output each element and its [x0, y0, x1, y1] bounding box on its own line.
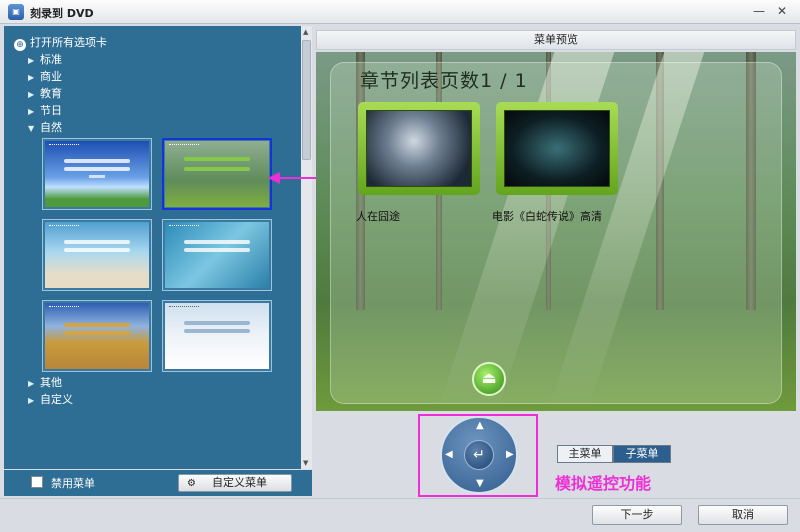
up-arrow-icon[interactable]: ▲	[476, 420, 484, 431]
template-thumbnail-field[interactable]	[42, 300, 152, 372]
expand-arrow-icon: ▶	[28, 73, 35, 82]
category-business[interactable]: ▶ 商业	[28, 69, 62, 85]
chapter-video-frame	[504, 110, 610, 187]
template-thumbnail-sky[interactable]	[42, 138, 152, 210]
expand-arrow-icon: ▶	[28, 396, 35, 405]
down-arrow-icon[interactable]: ▼	[476, 478, 484, 489]
category-label: 自然	[40, 121, 62, 134]
category-nature[interactable]: ▼ 自然	[28, 120, 62, 136]
category-standard[interactable]: ▶ 标准	[28, 52, 62, 68]
window-title: 刻录到 DVD	[30, 7, 94, 20]
category-label: 其他	[40, 376, 62, 389]
custom-menu-button[interactable]: ⚙ 自定义菜单	[178, 474, 292, 492]
disable-menu-label: 禁用菜单	[51, 477, 95, 490]
expand-arrow-icon: ▶	[28, 379, 35, 388]
expand-arrow-icon: ▶	[28, 107, 35, 116]
template-scrollbar[interactable]: ▲ ▼	[301, 26, 312, 469]
remote-control[interactable]: ▲ ▼ ◀ ▶ ↵	[440, 416, 518, 494]
category-custom[interactable]: ▶ 自定义	[28, 392, 73, 408]
eject-up-icon[interactable]: ⏏	[472, 362, 506, 396]
disable-menu-checkbox[interactable]	[31, 476, 43, 488]
expand-arrow-icon: ▶	[28, 56, 35, 65]
title-bar: ▣ 刻录到 DVD — ✕	[0, 0, 800, 24]
open-all-tabs[interactable]: ⊕ 打开所有选项卡	[14, 34, 107, 51]
custom-menu-label: 自定义菜单	[211, 476, 267, 489]
template-thumbnail-water[interactable]	[162, 219, 272, 291]
category-label: 自定义	[40, 393, 73, 406]
expand-arrow-icon: ▶	[28, 90, 35, 99]
menu-preview: 章节列表页数1 / 1 人在囧途 电影《白蛇传说》高清 ⏏	[316, 52, 796, 411]
collapse-arrow-icon: ▼	[28, 124, 35, 133]
close-button[interactable]: ✕	[774, 3, 790, 19]
scroll-up-icon[interactable]: ▲	[303, 28, 308, 36]
template-thumbnail-snow[interactable]	[162, 300, 272, 372]
sub-menu-tab[interactable]: 子菜单	[613, 445, 671, 463]
category-education[interactable]: ▶ 教育	[28, 86, 62, 102]
scrollbar-thumb[interactable]	[302, 40, 311, 160]
open-all-label: 打开所有选项卡	[30, 36, 107, 49]
chapter-video-frame	[366, 110, 472, 187]
category-holiday[interactable]: ▶ 节日	[28, 103, 62, 119]
category-other[interactable]: ▶ 其他	[28, 375, 62, 391]
gear-icon: ⚙	[187, 478, 196, 489]
category-label: 教育	[40, 87, 62, 100]
menu-preview-header: 菜单预览	[316, 30, 796, 50]
enter-icon[interactable]: ↵	[464, 440, 494, 470]
chapter-label-2: 电影《白蛇传说》高清	[492, 210, 602, 223]
chapter-thumbnail-2[interactable]	[496, 102, 618, 195]
app-icon: ▣	[8, 4, 24, 20]
minimize-button[interactable]: —	[751, 3, 767, 19]
remote-caption: 模拟遥控功能	[555, 474, 652, 493]
expand-all-icon: ⊕	[14, 39, 26, 51]
main-menu-tab[interactable]: 主菜单	[557, 445, 613, 463]
category-label: 节日	[40, 104, 62, 117]
category-label: 标准	[40, 53, 62, 66]
template-panel: ⊕ 打开所有选项卡 ▶ 标准 ▶ 商业 ▶ 教育 ▶ 节日 ▼ 自然 ▶ 其他 ▶ 自定义	[4, 26, 312, 469]
chapter-thumbnail-1[interactable]	[358, 102, 480, 195]
template-panel-footer: 禁用菜单 ⚙ 自定义菜单	[4, 470, 312, 496]
scroll-down-icon[interactable]: ▼	[303, 459, 308, 467]
template-thumbnail-forest[interactable]	[162, 138, 272, 210]
right-arrow-icon[interactable]: ▶	[506, 449, 514, 460]
template-thumbnail-sea[interactable]	[42, 219, 152, 291]
next-button[interactable]: 下一步	[592, 505, 682, 525]
cancel-button[interactable]: 取消	[698, 505, 788, 525]
left-arrow-icon[interactable]: ◀	[445, 449, 453, 460]
chapter-page-title: 章节列表页数1 / 1	[360, 70, 528, 92]
category-label: 商业	[40, 70, 62, 83]
chapter-label-1: 人在囧途	[356, 210, 400, 223]
